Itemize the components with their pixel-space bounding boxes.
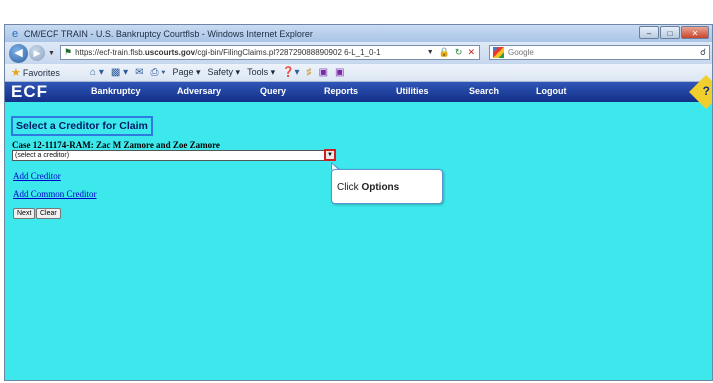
lock-icon[interactable]: 🔒: [439, 46, 450, 59]
favorites-star-icon: ★: [11, 67, 21, 79]
command-bar: ★ Favorites ⌂ ▾ ▩ ▾ ✉ ⎙ ▾ Page ▾ Safety …: [5, 64, 712, 82]
browser-window: e CM/ECF TRAIN - U.S. Bankruptcy Courtfl…: [4, 24, 713, 381]
search-input[interactable]: Google ☌: [489, 45, 710, 60]
clear-button[interactable]: Clear: [36, 208, 61, 219]
page-title: Select a Creditor for Claim: [11, 116, 153, 136]
url-actions: ▼ 🔒 ↻ ✕: [427, 46, 475, 59]
address-bar: ◀ ▶ ▼ ⚑ https://ecf-train.flsb. uscourts.…: [5, 42, 712, 64]
add-common-creditor-link[interactable]: Add Common Creditor: [13, 189, 97, 199]
minimize-button[interactable]: –: [639, 26, 659, 39]
search-placeholder: Google: [508, 48, 534, 57]
window-controls: – □ ✕: [638, 26, 709, 39]
help-question-icon[interactable]: ?: [703, 84, 710, 98]
url-prefix: https://ecf-train.flsb.: [75, 48, 145, 57]
page-favicon-icon: ⚑: [64, 47, 73, 57]
ecf-menu-bar: ECF Bankruptcy Adversary Query Reports U…: [5, 75, 712, 109]
callout-emphasis: Options: [361, 182, 400, 193]
menu-bankruptcy[interactable]: Bankruptcy: [91, 86, 141, 96]
addon-icon[interactable]: ▣: [335, 67, 344, 78]
stop-icon[interactable]: ✕: [467, 46, 475, 59]
menu-query[interactable]: Query: [260, 86, 286, 96]
search-icon[interactable]: ☌: [700, 47, 706, 58]
add-creditor-link[interactable]: Add Creditor: [13, 171, 61, 181]
url-input[interactable]: ⚑ https://ecf-train.flsb. uscourts.gov/cg…: [60, 45, 480, 60]
back-button[interactable]: ◀: [9, 43, 28, 63]
chevron-down-icon: ▼: [327, 152, 333, 158]
print-icon[interactable]: ⎙ ▾: [150, 67, 165, 78]
help-menu-icon[interactable]: ❓▾: [282, 67, 299, 78]
forward-arrow-icon: ▶: [33, 48, 41, 58]
next-button[interactable]: Next: [13, 208, 36, 219]
menu-reports[interactable]: Reports: [324, 86, 358, 96]
history-dropdown-icon[interactable]: ▼: [48, 50, 55, 57]
window-title: CM/ECF TRAIN - U.S. Bankruptcy Courtflsb…: [24, 28, 313, 39]
page-menu[interactable]: Page ▾: [172, 67, 200, 78]
safety-menu[interactable]: Safety ▾: [208, 67, 241, 78]
instruction-callout: Click Options: [331, 169, 443, 204]
close-button[interactable]: ✕: [681, 26, 709, 39]
menu-logout[interactable]: Logout: [536, 86, 567, 96]
url-dropdown-icon[interactable]: ▼: [427, 46, 434, 59]
ecf-logo: ECF: [11, 82, 48, 101]
back-arrow-icon: ◀: [14, 46, 23, 59]
favorites-button[interactable]: Favorites: [23, 68, 60, 78]
case-heading: Case 12-11174-RAM: Zac M Zamore and Zoe …: [12, 140, 220, 150]
menu-utilities[interactable]: Utilities: [396, 86, 429, 96]
google-icon: [493, 47, 504, 58]
home-icon[interactable]: ⌂ ▾: [90, 67, 104, 78]
title-bar: e CM/ECF TRAIN - U.S. Bankruptcy Courtfl…: [5, 25, 712, 42]
url-domain: uscourts.gov: [144, 48, 196, 57]
creditor-select[interactable]: (select a creditor) ▼: [12, 149, 336, 161]
command-tools: ⌂ ▾ ▩ ▾ ✉ ⎙ ▾ Page ▾ Safety ▾ Tools ▾ ❓▾…: [90, 67, 344, 78]
feeds-icon[interactable]: ▩ ▾: [111, 67, 128, 78]
refresh-icon[interactable]: ↻: [455, 46, 463, 59]
creditor-select-value: (select a creditor): [15, 152, 70, 159]
forward-button[interactable]: ▶: [29, 45, 45, 61]
creditor-select-dropdown-button[interactable]: ▼: [324, 149, 336, 161]
mail-icon[interactable]: ✉: [135, 67, 143, 78]
callout-prefix: Click: [337, 182, 362, 193]
tools-menu[interactable]: Tools ▾: [247, 67, 275, 78]
url-path: /cgi-bin/FilingClaims.pl?28729088890902 …: [195, 48, 381, 57]
research-icon[interactable]: ♯: [307, 67, 312, 78]
menu-adversary[interactable]: Adversary: [177, 86, 221, 96]
onenote-icon[interactable]: ▣: [319, 67, 328, 78]
ie-logo-icon: e: [11, 27, 19, 40]
maximize-button[interactable]: □: [660, 26, 680, 39]
menu-search[interactable]: Search: [469, 86, 499, 96]
